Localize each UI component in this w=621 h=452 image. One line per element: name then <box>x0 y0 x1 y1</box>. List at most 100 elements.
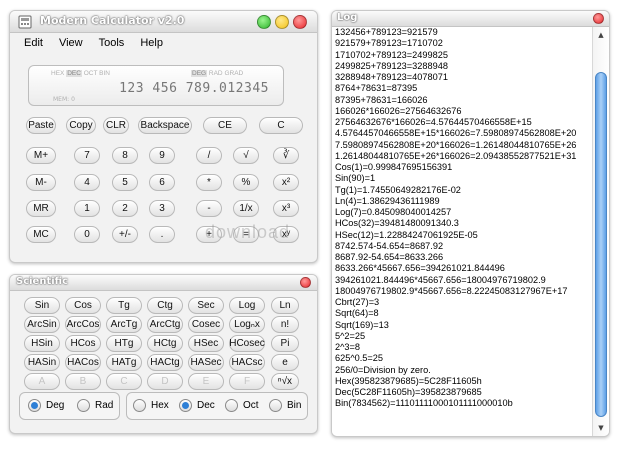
hsin-button[interactable]: HSin <box>24 335 60 352</box>
angle-rad-option[interactable]: Rad <box>77 399 113 412</box>
digit-1-button[interactable]: 1 <box>74 200 100 217</box>
digit-2-button[interactable]: 2 <box>112 200 138 217</box>
hex-d-button[interactable]: D <box>147 373 183 390</box>
sqrt-button[interactable]: √ <box>233 147 259 164</box>
log-close-button[interactable] <box>593 13 604 24</box>
digit-5-button[interactable]: 5 <box>112 174 138 191</box>
factorial-button[interactable]: n! <box>271 316 299 333</box>
divide-button[interactable]: / <box>196 147 222 164</box>
base-hex-option[interactable]: Hex <box>133 399 169 412</box>
ln-button[interactable]: Ln <box>271 297 299 314</box>
ctg-button[interactable]: Ctg <box>147 297 183 314</box>
angle-rad-radio[interactable] <box>77 399 90 412</box>
hex-b-button[interactable]: B <box>65 373 101 390</box>
hex-f-button[interactable]: F <box>229 373 265 390</box>
angle-deg-radio[interactable] <box>28 399 41 412</box>
base-oct-radio[interactable] <box>225 399 238 412</box>
digit-8-button[interactable]: 8 <box>112 147 138 164</box>
hasec-button[interactable]: HASec <box>188 354 224 371</box>
copy-button[interactable]: Copy <box>66 117 96 134</box>
hcos-button[interactable]: HCos <box>65 335 101 352</box>
digit-3-button[interactable]: 3 <box>149 200 175 217</box>
cbrt-button[interactable]: ∛ <box>273 147 299 164</box>
angle-deg-option[interactable]: Deg <box>28 399 64 412</box>
cosec-button[interactable]: Cosec <box>188 316 224 333</box>
memory-recall-button[interactable]: MR <box>26 200 56 217</box>
minimize-button[interactable] <box>275 15 289 29</box>
digit-4-button[interactable]: 4 <box>74 174 100 191</box>
maximize-button[interactable] <box>257 15 271 29</box>
htg-button[interactable]: HTg <box>106 335 142 352</box>
arcsin-button[interactable]: ArcSin <box>24 316 60 333</box>
base-bin-radio[interactable] <box>269 399 282 412</box>
equals-button[interactable]: = <box>233 226 259 243</box>
multiply-button[interactable]: * <box>196 174 222 191</box>
hasin-button[interactable]: HASin <box>24 354 60 371</box>
arctg-button[interactable]: ArcTg <box>106 316 142 333</box>
scroll-thumb[interactable] <box>595 72 607 417</box>
sec-button[interactable]: Sec <box>188 297 224 314</box>
arccos-button[interactable]: ArcCos <box>65 316 101 333</box>
square-button[interactable]: x² <box>273 174 299 191</box>
memory-add-button[interactable]: M+ <box>26 147 56 164</box>
memory-clear-button[interactable]: MC <box>26 226 56 243</box>
base-dec-option[interactable]: Dec <box>179 399 215 412</box>
menu-tools[interactable]: Tools <box>91 37 133 49</box>
log-button[interactable]: Log <box>229 297 265 314</box>
hex-e-button[interactable]: E <box>188 373 224 390</box>
clear-button[interactable]: CLR <box>103 117 129 134</box>
hactg-button[interactable]: HACtg <box>147 354 183 371</box>
reciprocal-button[interactable]: 1/x <box>233 200 259 217</box>
hex-a-button[interactable]: A <box>24 373 60 390</box>
digit-6-button[interactable]: 6 <box>149 174 175 191</box>
close-button[interactable] <box>293 15 307 29</box>
hcosec-button[interactable]: HCosec <box>229 335 265 352</box>
base-bin-option[interactable]: Bin <box>269 399 301 412</box>
scroll-down-icon[interactable]: ▼ <box>596 423 606 433</box>
clear-all-button[interactable]: C <box>259 117 303 134</box>
hatg-button[interactable]: HATg <box>106 354 142 371</box>
base-mode-indicator: HEX DEC OCT BIN <box>51 70 110 77</box>
digit-7-button[interactable]: 7 <box>74 147 100 164</box>
clear-entry-button[interactable]: CE <box>203 117 247 134</box>
cos-button[interactable]: Cos <box>65 297 101 314</box>
scientific-close-button[interactable] <box>300 277 311 288</box>
hacos-button[interactable]: HACos <box>65 354 101 371</box>
menu-edit[interactable]: Edit <box>16 37 51 49</box>
pi-button[interactable]: Pi <box>271 335 299 352</box>
menu-help[interactable]: Help <box>132 37 171 49</box>
e-button[interactable]: e <box>271 354 299 371</box>
memory-subtract-button[interactable]: M- <box>26 174 56 191</box>
log-scrollbar[interactable]: ▲ ▼ <box>592 27 609 436</box>
tg-button[interactable]: Tg <box>106 297 142 314</box>
hsec-button[interactable]: HSec <box>188 335 224 352</box>
backspace-button[interactable]: Backspace <box>138 117 192 134</box>
percent-button[interactable]: % <box>233 174 259 191</box>
digit-0-button[interactable]: 0 <box>74 226 100 243</box>
base-dec-radio[interactable] <box>179 399 192 412</box>
nth-root-button[interactable]: ⁿ√x <box>271 373 299 390</box>
digit-9-button[interactable]: 9 <box>149 147 175 164</box>
hex-c-button[interactable]: C <box>106 373 142 390</box>
menu-view[interactable]: View <box>51 37 91 49</box>
base-hex-radio[interactable] <box>133 399 146 412</box>
add-button[interactable]: + <box>196 226 222 243</box>
scientific-titlebar[interactable]: Scientific <box>10 275 317 291</box>
hctg-button[interactable]: HCtg <box>147 335 183 352</box>
log-n-x-button[interactable]: Logₙx <box>229 316 265 333</box>
hacsc-button[interactable]: HACsc <box>229 354 265 371</box>
log-titlebar[interactable]: Log <box>332 11 609 27</box>
mode-oct: OCT <box>83 70 98 77</box>
scroll-up-icon[interactable]: ▲ <box>596 30 606 40</box>
arcctg-button[interactable]: ArcCtg <box>147 316 183 333</box>
decimal-point-button[interactable]: . <box>149 226 175 243</box>
base-oct-option[interactable]: Oct <box>225 399 259 412</box>
calculator-titlebar[interactable]: Modern Calculator v2.0 <box>10 11 317 33</box>
sin-button[interactable]: Sin <box>24 297 60 314</box>
power-button[interactable]: xʸ <box>273 226 299 243</box>
subtract-button[interactable]: - <box>196 200 222 217</box>
sign-toggle-button[interactable]: +/- <box>112 226 138 243</box>
log-text-area[interactable]: 132456+789123=921579 921579+789123=171070… <box>332 27 592 436</box>
paste-button[interactable]: Paste <box>26 117 56 134</box>
cube-button[interactable]: x³ <box>273 200 299 217</box>
